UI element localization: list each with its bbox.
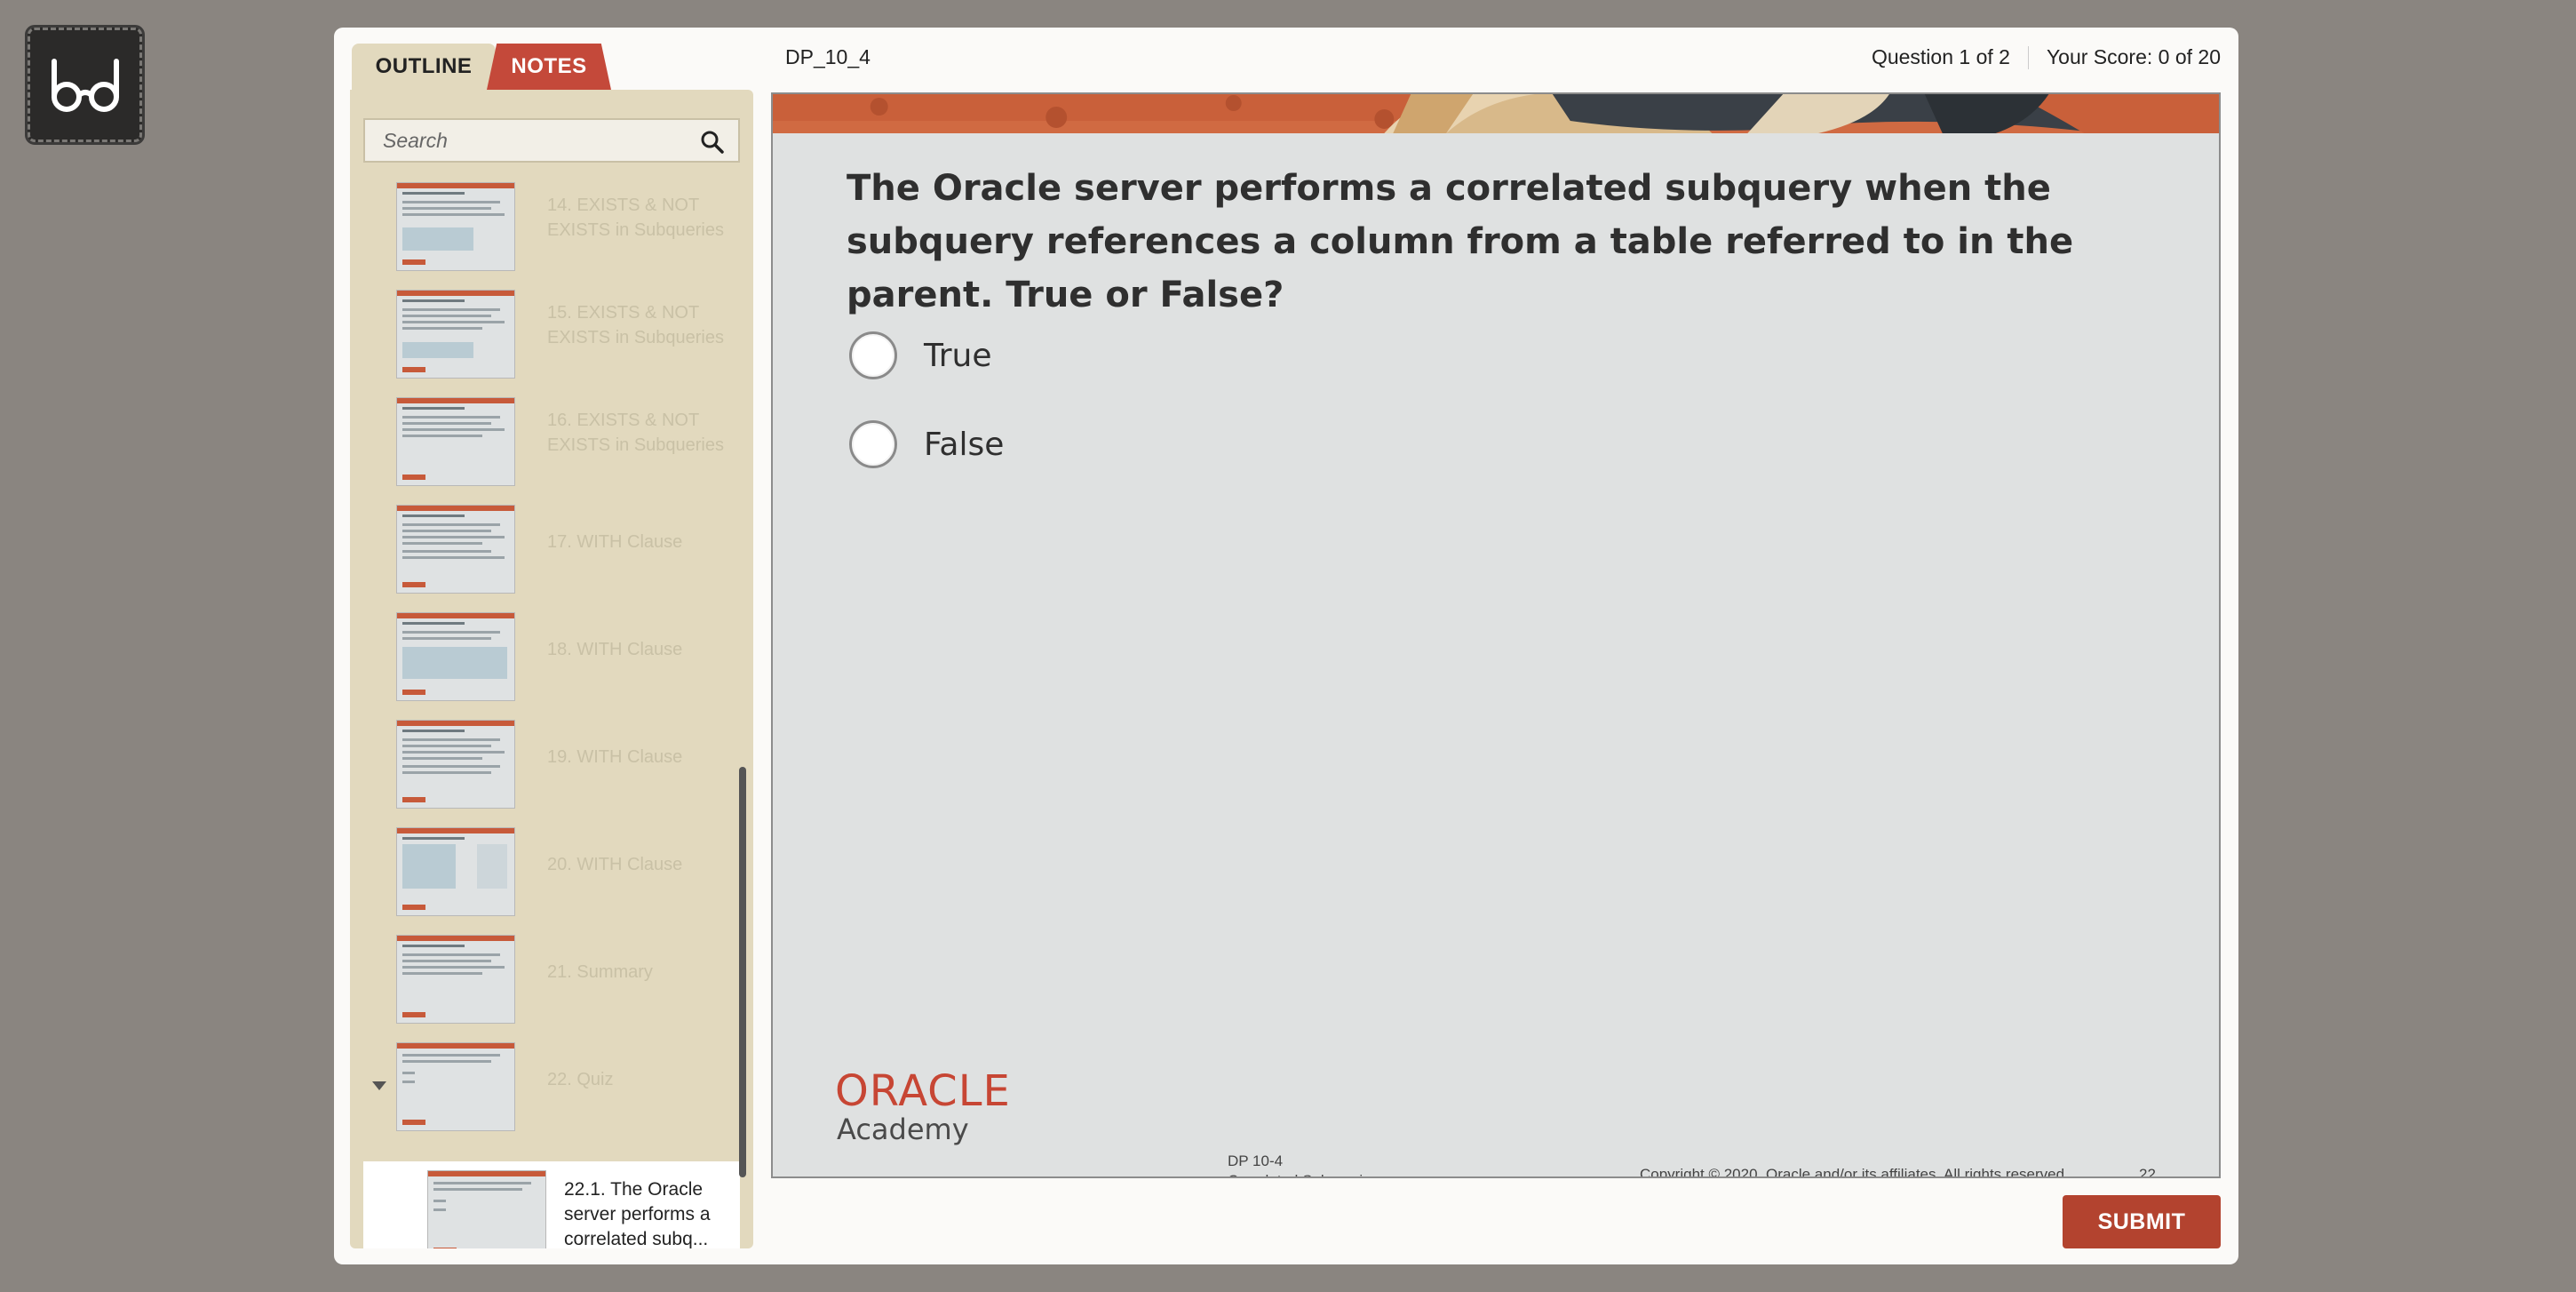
footer-page-number: 22 [2139,1166,2156,1178]
slide-thumbnail [396,290,515,379]
slide-thumbnail [396,182,515,271]
question-counter: Question 1 of 2 [1871,45,2010,68]
footer-course-code: DP 10-4 [1228,1152,1284,1169]
footer-topic: Correlated Subqueries [1228,1171,1379,1176]
question-text: The Oracle server performs a correlated … [847,168,2074,315]
caret-down-icon[interactable] [372,1081,386,1090]
player-window: OUTLINE NOTES 14. EXISTS & NOT EXISTS in… [334,28,2238,1264]
option-true[interactable]: True [849,331,991,380]
sidebar-tabs: OUTLINE NOTES [352,44,611,90]
divider [2027,45,2029,69]
outline-item-22[interactable]: 22. Quiz [350,1041,741,1138]
outline-item-label: 20. WITH Clause [547,855,683,874]
slide-thumbnail [396,612,515,701]
footer-copyright: Copyright © 2020, Oracle and/or its affi… [1640,1166,2069,1178]
slide-thumbnail [396,935,515,1024]
outline-item-active-label: 22.1. The Oracle server performs a corre… [564,1179,711,1248]
logo-word: ORACLE [835,1066,1011,1116]
radio-button[interactable] [849,331,897,379]
outline-item-21[interactable]: 21. Summary [350,933,741,1031]
outline-sidebar: 14. EXISTS & NOT EXISTS in Subqueries 15… [350,90,753,1248]
slide-thumbnail [396,505,515,594]
outline-list[interactable]: 14. EXISTS & NOT EXISTS in Subqueries 15… [350,180,753,1158]
quiz-status: Question 1 of 2 Your Score: 0 of 20 [1872,45,2221,69]
slide-footer-code: DP 10-4 Correlated Subqueries [1228,1152,1379,1176]
radio-button[interactable] [849,420,897,468]
outline-item-19[interactable]: 19. WITH Clause [350,718,741,816]
outline-item-15[interactable]: 15. EXISTS & NOT EXISTS in Subqueries [350,288,741,386]
submit-button[interactable]: SUBMIT [2063,1195,2221,1248]
slide-thumbnail [396,720,515,809]
slide-banner [773,94,2219,133]
search-input[interactable] [383,128,685,153]
score-display: Your Score: 0 of 20 [2046,45,2221,68]
search-icon[interactable] [699,129,726,156]
outline-item-label: 19. WITH Clause [547,747,683,767]
option-label: False [924,426,1005,463]
outline-item-label: 17. WITH Clause [547,532,683,552]
outline-item-20[interactable]: 20. WITH Clause [350,825,741,923]
outline-item-active[interactable]: 22.1. The Oracle server performs a corre… [363,1161,740,1248]
slide-canvas: The Oracle server performs a correlated … [771,92,2221,1178]
outline-item-14[interactable]: 14. EXISTS & NOT EXISTS in Subqueries [350,180,741,278]
slide-thumbnail [396,397,515,486]
tab-outline[interactable]: OUTLINE [352,44,496,90]
slide-thumbnail [396,1042,515,1131]
outline-item-label: 21. Summary [547,962,653,982]
glasses-icon [51,58,119,112]
slide-thumbnail [427,1170,546,1248]
outline-item-label: 18. WITH Clause [547,640,683,659]
option-false[interactable]: False [849,419,1004,469]
search-box [363,118,740,163]
tab-notes[interactable]: NOTES [487,44,611,90]
option-label: True [924,337,992,374]
logo-sub: Academy [837,1113,969,1146]
outline-item-18[interactable]: 18. WITH Clause [350,610,741,708]
course-id: DP_10_4 [785,45,871,68]
outline-item-label: 22. Quiz [547,1070,614,1089]
accessibility-button[interactable] [25,25,145,145]
outline-item-label: 15. EXISTS & NOT EXISTS in Subqueries [547,303,724,347]
oracle-academy-logo: ORACLE Academy [835,1070,1048,1146]
slide-thumbnail [396,827,515,916]
sidebar-scrollbar[interactable] [739,767,746,1177]
outline-item-label: 16. EXISTS & NOT EXISTS in Subqueries [547,411,724,455]
outline-item-17[interactable]: 17. WITH Clause [350,503,741,601]
outline-item-16[interactable]: 16. EXISTS & NOT EXISTS in Subqueries [350,395,741,493]
outline-item-label: 14. EXISTS & NOT EXISTS in Subqueries [547,195,724,240]
